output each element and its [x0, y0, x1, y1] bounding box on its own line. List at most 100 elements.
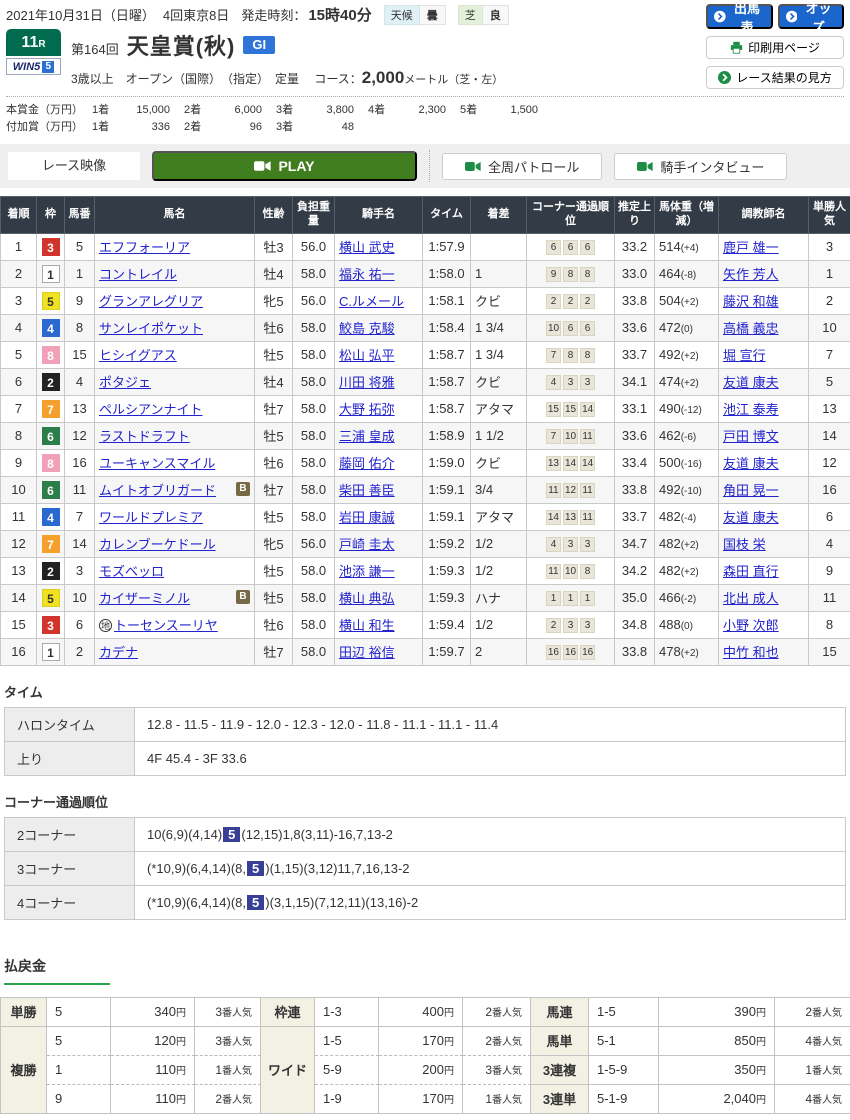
- margin: クビ: [471, 449, 527, 476]
- finish-time: 1:58.0: [423, 260, 471, 287]
- trainer-cell: 友道 康夫: [719, 503, 809, 530]
- blinker-badge: B: [236, 590, 250, 604]
- trainer-name-link[interactable]: 池江 泰寿: [723, 402, 779, 417]
- frame-cell: 3: [37, 611, 65, 638]
- jockey-name-link[interactable]: 戸崎 圭太: [339, 537, 395, 552]
- jockey-name-link[interactable]: 藤岡 佑介: [339, 456, 395, 471]
- video-camera-icon: [254, 160, 271, 172]
- frame-number-badge: 8: [42, 454, 60, 472]
- horse-name-link[interactable]: ペルシアンナイト: [99, 402, 202, 417]
- trainer-name-link[interactable]: 角田 晃一: [723, 483, 779, 498]
- trainer-name-link[interactable]: 藤沢 和雄: [723, 294, 779, 309]
- frame-number-badge: 1: [42, 643, 60, 661]
- prize-row: 本賞金（万円）1着15,0002着6,0003着3,8004着2,3005着1,…: [6, 102, 844, 119]
- trainer-name-link[interactable]: 友道 康夫: [723, 456, 779, 471]
- time-table: ハロンタイム12.8 - 11.5 - 11.9 - 12.0 - 12.3 -…: [4, 707, 846, 776]
- trainer-name-link[interactable]: 友道 康夫: [723, 510, 779, 525]
- jockey-name-link[interactable]: C.ルメール: [339, 294, 404, 309]
- horse-name-link[interactable]: モズベッロ: [99, 564, 164, 579]
- payout-amount: 170円: [379, 1085, 463, 1114]
- trainer-name-link[interactable]: 高橋 義忠: [723, 321, 779, 336]
- jockey-name-link[interactable]: 川田 将雅: [339, 375, 395, 390]
- horse-name-link[interactable]: ヒシイグアス: [99, 348, 177, 363]
- entry-table-button[interactable]: 出馬表: [706, 4, 773, 29]
- sex-age: 牡5: [255, 557, 293, 584]
- horse-name-link[interactable]: カイザーミノル: [99, 591, 190, 606]
- trainer-name-link[interactable]: 矢作 芳人: [723, 267, 779, 282]
- jockey-name-link[interactable]: 大野 拓弥: [339, 402, 395, 417]
- horse-name-link[interactable]: ラストドラフト: [99, 429, 190, 444]
- body-weight: 482(+2): [655, 557, 719, 584]
- play-button[interactable]: PLAY: [152, 151, 417, 181]
- horse-name-link[interactable]: エフフォーリア: [99, 240, 190, 255]
- horse-name-link[interactable]: ポタジェ: [99, 375, 151, 390]
- result-row: 2 1 1 コントレイル 牡4 58.0 福永 祐一 1:58.0 1 988 …: [1, 260, 850, 287]
- print-page-button[interactable]: 印刷用ページ: [706, 36, 844, 59]
- jockey-name-link[interactable]: 柴田 善臣: [339, 483, 395, 498]
- sex-age: 牡6: [255, 449, 293, 476]
- patrol-video-button[interactable]: 全周パトロール: [442, 153, 602, 180]
- last-3f: 34.2: [615, 557, 655, 584]
- horse-name-link[interactable]: サンレイポケット: [99, 321, 203, 336]
- payout-amount: 120円: [111, 1027, 195, 1056]
- jockey-name-link[interactable]: 田辺 裕信: [339, 645, 395, 660]
- horse-number: 7: [65, 503, 95, 530]
- body-weight: 472(0): [655, 314, 719, 341]
- frame-number-badge: 4: [42, 508, 60, 526]
- corner-position-chip: 14: [580, 456, 595, 471]
- horse-name-link[interactable]: グランアレグリア: [99, 294, 203, 309]
- payout-popularity: 2番人気: [775, 998, 850, 1027]
- body-weight: 464(-8): [655, 260, 719, 287]
- horse-name-link[interactable]: トーセンスーリヤ: [114, 618, 218, 633]
- win-popularity: 16: [809, 476, 850, 503]
- prize-value: 336: [118, 119, 170, 136]
- trainer-name-link[interactable]: 中竹 和也: [723, 645, 779, 660]
- trainer-name-link[interactable]: 森田 直行: [723, 564, 779, 579]
- carried-weight: 56.0: [293, 233, 335, 260]
- results-column-header: 負担重量: [293, 197, 335, 234]
- jockey-name-link[interactable]: 横山 典弘: [339, 591, 395, 606]
- frame-number-badge: 2: [42, 562, 60, 580]
- corner-position-chip: 10: [563, 429, 578, 444]
- result-row: 14 5 10 Bカイザーミノル 牡5 58.0 横山 典弘 1:59.3 ハナ…: [1, 584, 850, 611]
- jockey-name-link[interactable]: 横山 武史: [339, 240, 395, 255]
- trainer-name-link[interactable]: 堀 宣行: [723, 348, 766, 363]
- jockey-interview-button[interactable]: 騎手インタビュー: [614, 153, 787, 180]
- horse-name-link[interactable]: カレンブーケドール: [99, 537, 216, 552]
- results-column-header: 馬名: [95, 197, 255, 234]
- horse-name-link[interactable]: ワールドプレミア: [99, 510, 203, 525]
- jockey-name-link[interactable]: 岩田 康誠: [339, 510, 395, 525]
- trainer-name-link[interactable]: 戸田 博文: [723, 429, 779, 444]
- horse-name-link[interactable]: コントレイル: [99, 267, 177, 282]
- trainer-name-link[interactable]: 北出 成人: [723, 591, 779, 606]
- trainer-name-link[interactable]: 小野 次郎: [723, 618, 779, 633]
- corner-position-chip: 1: [546, 591, 561, 606]
- corner-position-chip: 13: [563, 510, 578, 525]
- horse-name-link[interactable]: カデナ: [99, 645, 138, 660]
- payout-amount: 110円: [111, 1056, 195, 1085]
- last-3f: 33.1: [615, 395, 655, 422]
- jockey-name-link[interactable]: 松山 弘平: [339, 348, 395, 363]
- corner-position-chip: 6: [580, 240, 595, 255]
- corner-position-chip: 3: [580, 375, 595, 390]
- trainer-name-link[interactable]: 鹿戸 雄一: [723, 240, 779, 255]
- horse-name-link[interactable]: ムイトオブリガード: [99, 483, 216, 498]
- trainer-name-link[interactable]: 国枝 栄: [723, 537, 766, 552]
- payout-combination: 5-1: [589, 1027, 659, 1056]
- jockey-name-link[interactable]: 池添 謙一: [339, 564, 395, 579]
- win-popularity: 9: [809, 557, 850, 584]
- corner-position-chip: 3: [563, 537, 578, 552]
- payout-combination: 1-5: [589, 998, 659, 1027]
- jockey-name-link[interactable]: 福永 祐一: [339, 267, 395, 282]
- result-guide-button[interactable]: レース結果の見方: [706, 66, 844, 89]
- horse-name-link[interactable]: ユーキャンスマイル: [99, 456, 215, 471]
- corner-position-chip: 12: [563, 483, 578, 498]
- jockey-name-link[interactable]: 鮫島 克駿: [339, 321, 395, 336]
- prize-rank: 5着: [460, 102, 486, 119]
- jockey-name-link[interactable]: 三浦 皇成: [339, 429, 395, 444]
- results-column-header: 単勝人気: [809, 197, 850, 234]
- jockey-cell: 岩田 康誠: [335, 503, 423, 530]
- odds-button[interactable]: オッズ: [778, 4, 845, 29]
- jockey-name-link[interactable]: 横山 和生: [339, 618, 395, 633]
- trainer-name-link[interactable]: 友道 康夫: [723, 375, 779, 390]
